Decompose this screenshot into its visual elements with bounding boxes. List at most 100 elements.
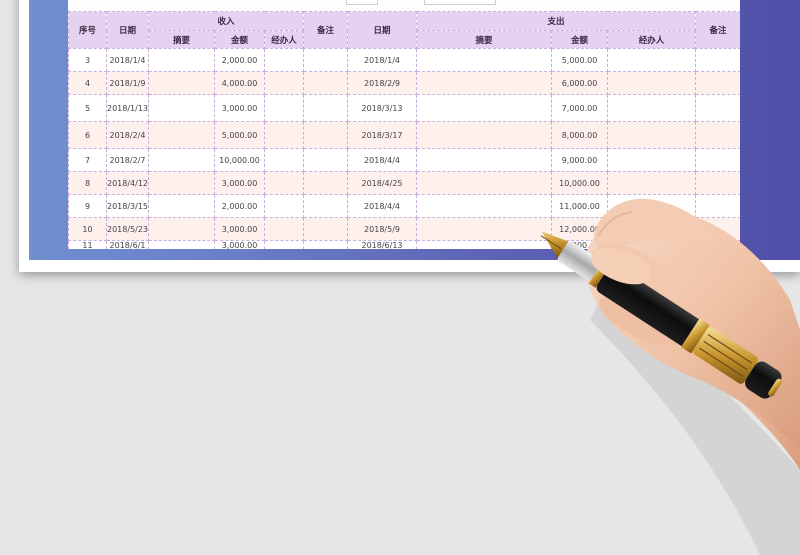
- cell-income-amount[interactable]: 3,000.00: [214, 217, 265, 241]
- cell-income-remark[interactable]: [303, 121, 349, 149]
- cell-income-remark[interactable]: [303, 94, 349, 122]
- cell-income-amount[interactable]: 3,000.00: [214, 171, 265, 195]
- cell-income-date[interactable]: 2018/5/23: [106, 217, 149, 241]
- cell-income-summary[interactable]: [148, 148, 215, 172]
- cell-expense-summary[interactable]: [416, 217, 553, 241]
- cell-seq[interactable]: 10: [68, 217, 107, 241]
- cell-income-summary[interactable]: [148, 240, 215, 249]
- cell-income-amount[interactable]: 5,000.00: [214, 121, 265, 149]
- cell-income-handler[interactable]: [263, 71, 305, 95]
- cell-expense-handler[interactable]: [607, 194, 697, 218]
- cell-expense-summary[interactable]: [416, 240, 553, 249]
- cell-expense-remark[interactable]: [695, 171, 740, 195]
- cell-expense-handler[interactable]: [607, 217, 697, 241]
- cell-income-date[interactable]: 2018/1/4: [106, 48, 149, 72]
- cell-income-date[interactable]: 2018/3/15: [106, 194, 149, 218]
- cell-income-handler[interactable]: [263, 48, 305, 72]
- cell-income-remark[interactable]: [303, 48, 349, 72]
- cell-income-amount[interactable]: 2,000.00: [214, 48, 265, 72]
- cell-expense-handler[interactable]: [607, 94, 697, 122]
- cell-income-remark[interactable]: [303, 171, 349, 195]
- cell-seq[interactable]: 3: [68, 48, 107, 72]
- cell-expense-date[interactable]: 2018/4/25: [347, 171, 418, 195]
- cell-expense-summary[interactable]: [416, 48, 553, 72]
- cell-income-remark[interactable]: [303, 71, 349, 95]
- cell-income-handler[interactable]: [263, 194, 305, 218]
- cell-income-remark[interactable]: [303, 148, 349, 172]
- cell-income-handler[interactable]: [263, 217, 305, 241]
- cell-income-summary[interactable]: [148, 48, 215, 72]
- cell-expense-summary[interactable]: [416, 171, 553, 195]
- cell-seq[interactable]: 4: [68, 71, 107, 95]
- cell-expense-date[interactable]: 2018/3/17: [347, 121, 418, 149]
- cell-seq[interactable]: 11: [68, 240, 107, 249]
- cell-seq[interactable]: 7: [68, 148, 107, 172]
- cell-seq[interactable]: 6: [68, 121, 107, 149]
- cell-income-handler[interactable]: [263, 94, 305, 122]
- cell-expense-summary[interactable]: [416, 194, 553, 218]
- cell-income-remark[interactable]: [303, 194, 349, 218]
- cell-expense-amount[interactable]: 12,000.00: [551, 217, 609, 241]
- cell-income-handler[interactable]: [263, 240, 305, 249]
- cell-income-remark[interactable]: [303, 217, 349, 241]
- cell-seq[interactable]: 8: [68, 171, 107, 195]
- cell-expense-amount[interactable]: 7,000.00: [551, 94, 609, 122]
- cell-expense-handler[interactable]: [607, 148, 697, 172]
- cell-expense-amount[interactable]: 9,000.00: [551, 148, 609, 172]
- cell-expense-date[interactable]: 2018/4/4: [347, 194, 418, 218]
- cell-expense-remark[interactable]: [695, 240, 740, 249]
- cell-income-summary[interactable]: [148, 171, 215, 195]
- cell-expense-summary[interactable]: [416, 71, 553, 95]
- cell-expense-date[interactable]: 2018/4/4: [347, 148, 418, 172]
- cell-income-amount[interactable]: 3,000.00: [214, 94, 265, 122]
- cell-expense-amount[interactable]: 6,000.00: [551, 71, 609, 95]
- cell-income-date[interactable]: 2018/1/9: [106, 71, 149, 95]
- cell-income-date[interactable]: 2018/1/13: [106, 94, 149, 122]
- cell-income-amount[interactable]: 4,000.00: [214, 71, 265, 95]
- cell-expense-remark[interactable]: [695, 217, 740, 241]
- cell-expense-amount[interactable]: 11,000.00: [551, 194, 609, 218]
- cell-expense-remark[interactable]: [695, 48, 740, 72]
- cell-expense-date[interactable]: 2018/6/13: [347, 240, 418, 249]
- cell-income-amount[interactable]: 2,000.00: [214, 194, 265, 218]
- cell-income-summary[interactable]: [148, 217, 215, 241]
- cell-expense-handler[interactable]: [607, 121, 697, 149]
- cell-expense-summary[interactable]: [416, 94, 553, 122]
- cell-expense-summary[interactable]: [416, 121, 553, 149]
- cell-income-handler[interactable]: [263, 148, 305, 172]
- cell-expense-remark[interactable]: [695, 148, 740, 172]
- cell-income-date[interactable]: 2018/2/4: [106, 121, 149, 149]
- cell-income-handler[interactable]: [263, 121, 305, 149]
- cell-expense-remark[interactable]: [695, 94, 740, 122]
- cell-income-date[interactable]: 2018/2/7: [106, 148, 149, 172]
- cell-expense-amount[interactable]: 13,000.00: [551, 240, 609, 249]
- cell-income-amount[interactable]: 3,000.00: [214, 240, 265, 249]
- cell-expense-date[interactable]: 2018/1/4: [347, 48, 418, 72]
- cell-income-summary[interactable]: [148, 94, 215, 122]
- cell-income-handler[interactable]: [263, 171, 305, 195]
- cell-income-summary[interactable]: [148, 71, 215, 95]
- cell-expense-remark[interactable]: [695, 121, 740, 149]
- cell-expense-date[interactable]: 2018/5/9: [347, 217, 418, 241]
- cell-expense-remark[interactable]: [695, 71, 740, 95]
- cell-expense-handler[interactable]: [607, 71, 697, 95]
- cell-income-summary[interactable]: [148, 194, 215, 218]
- cell-income-amount[interactable]: 10,000.00: [214, 148, 265, 172]
- cell-expense-amount[interactable]: 10,000.00: [551, 171, 609, 195]
- cell-seq[interactable]: 5: [68, 94, 107, 122]
- header-income: 收入: [147, 11, 305, 31]
- cell-expense-handler[interactable]: [607, 240, 697, 249]
- cell-expense-amount[interactable]: 8,000.00: [551, 121, 609, 149]
- cell-expense-summary[interactable]: [416, 148, 553, 172]
- cell-income-summary[interactable]: [148, 121, 215, 149]
- cell-expense-remark[interactable]: [695, 194, 740, 218]
- cell-expense-handler[interactable]: [607, 48, 697, 72]
- cell-seq[interactable]: 9: [68, 194, 107, 218]
- cell-expense-handler[interactable]: [607, 171, 697, 195]
- cell-expense-date[interactable]: 2018/3/13: [347, 94, 418, 122]
- cell-income-remark[interactable]: [303, 240, 349, 249]
- cell-income-date[interactable]: 2018/4/12: [106, 171, 149, 195]
- cell-expense-date[interactable]: 2018/2/9: [347, 71, 418, 95]
- cell-income-date[interactable]: 2018/6/1: [106, 240, 149, 249]
- cell-expense-amount[interactable]: 5,000.00: [551, 48, 609, 72]
